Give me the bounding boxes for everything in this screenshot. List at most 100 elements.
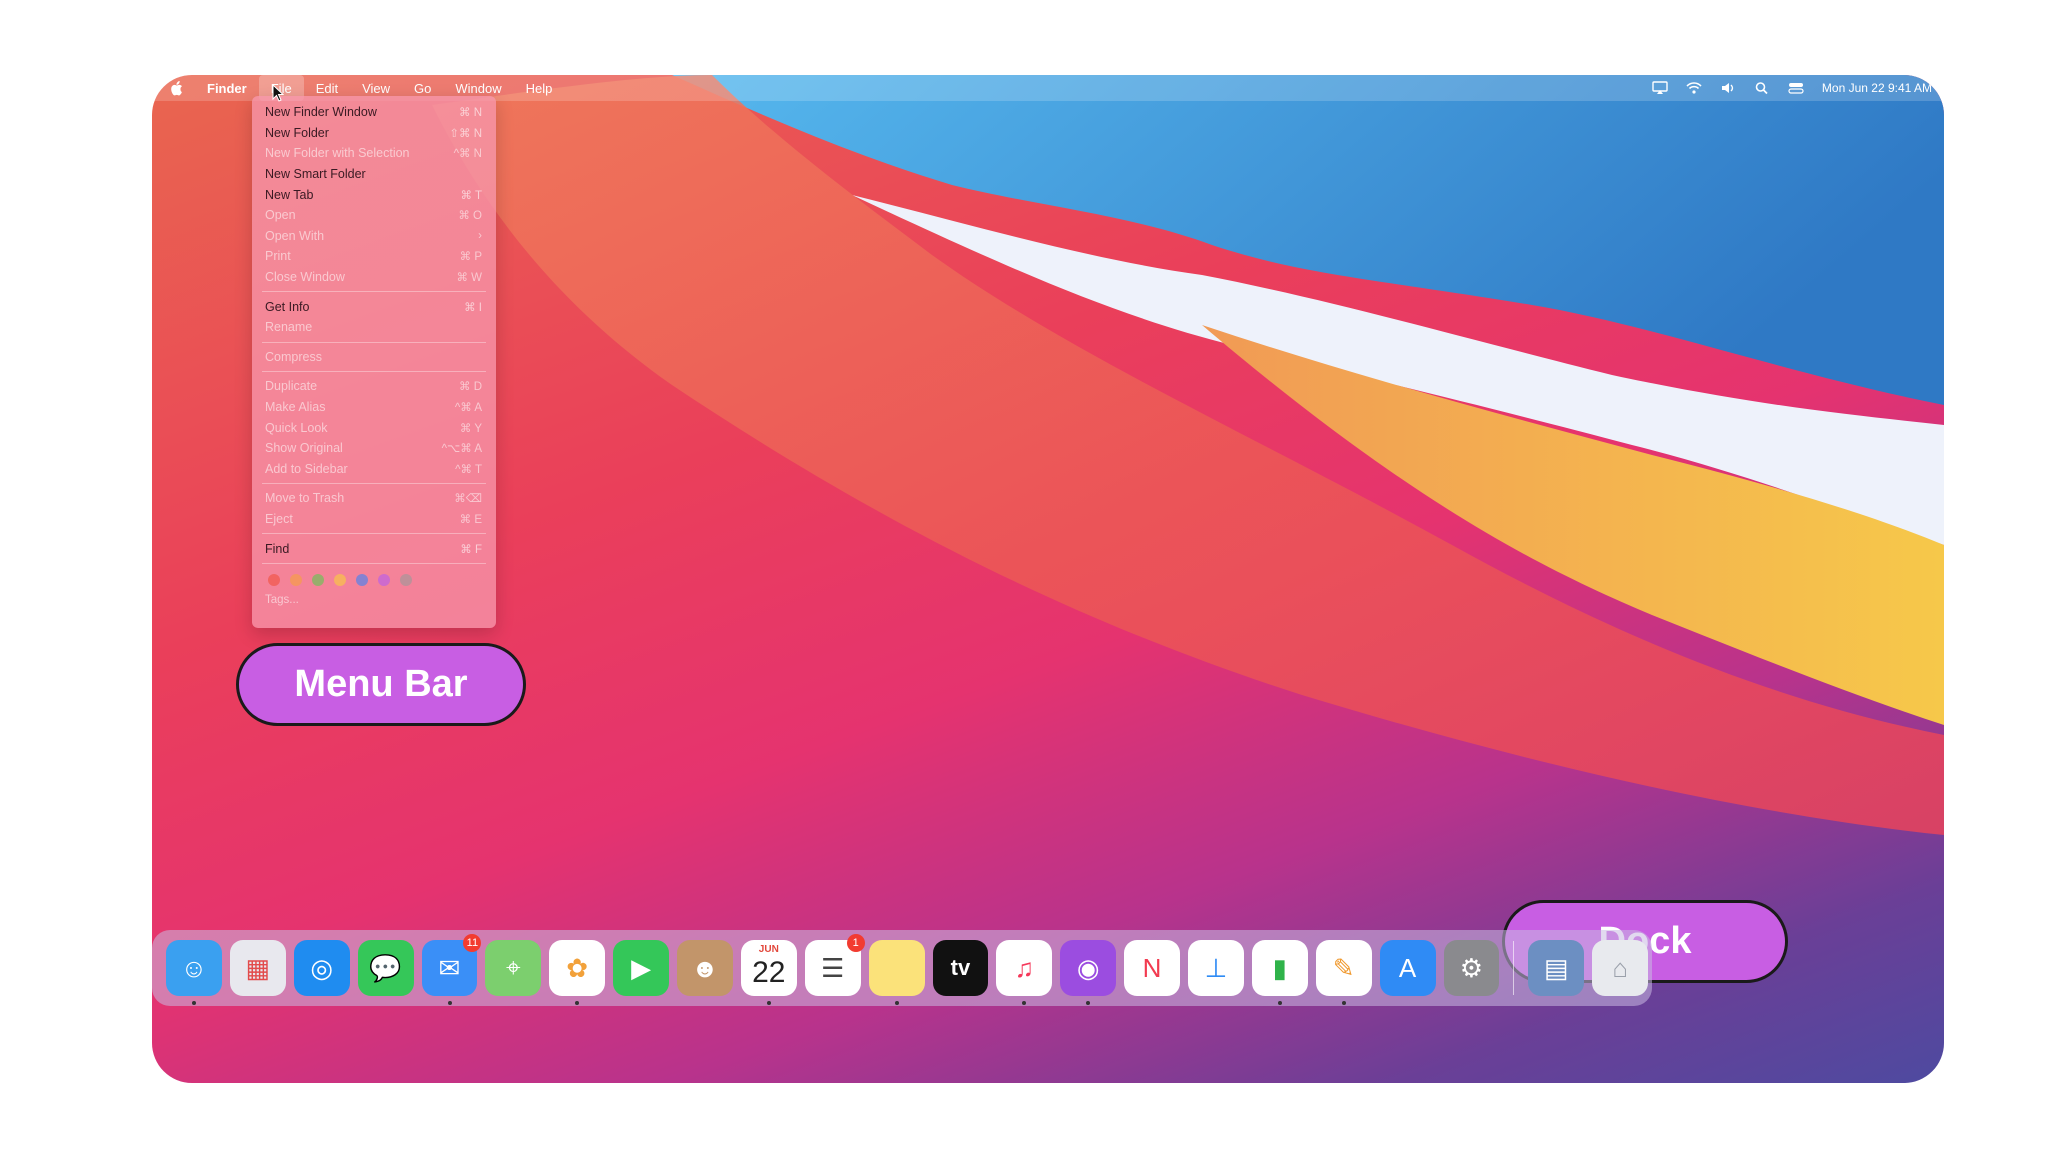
dock-app-notes[interactable] xyxy=(868,940,925,1005)
maps-icon: ⌖ xyxy=(505,952,521,982)
control-center-icon[interactable] xyxy=(1788,81,1804,95)
menu-item-get-info[interactable]: Get Info ⌘ I xyxy=(252,296,496,317)
menu-separator xyxy=(262,562,486,564)
menu-item-rename: Rename xyxy=(252,317,496,338)
dock-app-finder[interactable]: ☺ xyxy=(166,940,222,1005)
volume-icon[interactable] xyxy=(1720,81,1736,95)
pages-icon: ✎ xyxy=(1332,952,1355,983)
menu-item-shortcut: ⌘ N xyxy=(459,107,482,120)
tag-color-dot[interactable] xyxy=(312,573,324,586)
tag-color-dot[interactable] xyxy=(290,573,302,586)
safari-icon: ◎ xyxy=(310,952,334,983)
menu-item-shortcut: ⌘ P xyxy=(459,251,482,264)
dock-app-reminders[interactable]: ☰ 1 xyxy=(804,934,865,996)
dock-app-pages[interactable]: ✎ xyxy=(1315,940,1372,1005)
menu-item-add-to-sidebar: Add to Sidebar ^⌘ T xyxy=(252,459,496,480)
apple-logo-icon[interactable] xyxy=(170,80,183,96)
dock-app-trash[interactable]: ⌂ xyxy=(1592,940,1649,996)
menu-item-show-original: Show Original ^⌥⌘ A xyxy=(252,438,496,459)
menu-item-new-folder-with-selection: New Folder with Selection ^⌘ N xyxy=(252,143,496,164)
tag-color-dot[interactable] xyxy=(268,573,280,586)
menubar-clock[interactable]: Mon Jun 22 9:41 AM xyxy=(1822,81,1932,95)
dock-separator xyxy=(1513,941,1515,995)
dock-app-safari[interactable]: ◎ xyxy=(293,940,350,996)
trash-icon: ⌂ xyxy=(1612,952,1629,983)
reminders-icon: ☰ xyxy=(821,952,845,983)
menu-item-find[interactable]: Find ⌘ F xyxy=(252,538,496,559)
dock-app-photos[interactable]: ✿ xyxy=(549,940,606,1005)
menu-item-eject: Eject ⌘ E xyxy=(252,509,496,530)
menu-item-new-smart-folder[interactable]: New Smart Folder xyxy=(252,164,496,185)
menu-item-shortcut: ^⌘ A xyxy=(454,402,482,415)
running-indicator xyxy=(1277,1001,1282,1005)
menu-item-shortcut: ⌘ Y xyxy=(459,422,482,435)
tag-color-dot[interactable] xyxy=(356,573,368,586)
menu-item-label: Add to Sidebar xyxy=(265,461,348,476)
menu-item-shortcut: ^⌥⌘ A xyxy=(441,443,482,456)
dock-app-calendar[interactable]: JUN 22 xyxy=(740,940,797,1005)
menu-item-label: Find xyxy=(265,541,290,556)
menu-item-new-tab[interactable]: New Tab ⌘ T xyxy=(252,184,496,205)
menu-separator xyxy=(262,291,486,293)
menu-help[interactable]: Help xyxy=(514,75,565,101)
tags-menu-item: Tags... xyxy=(265,593,299,606)
tag-color-dot[interactable] xyxy=(400,573,412,586)
tag-color-dot[interactable] xyxy=(334,573,346,586)
dock-app-maps[interactable]: ⌖ xyxy=(485,940,542,996)
notification-badge: 11 xyxy=(463,934,482,952)
menu-item-shortcut: ⌘ I xyxy=(464,301,482,314)
menu-item-label: Open With xyxy=(265,228,325,243)
numbers-icon: ▮ xyxy=(1272,952,1287,983)
stack-icon: ▤ xyxy=(1544,952,1569,983)
running-indicator xyxy=(575,1001,580,1005)
dock-app-contacts[interactable]: ☻ xyxy=(677,940,733,996)
menu-item-label: Get Info xyxy=(265,299,310,314)
menu-item-label: Move to Trash xyxy=(265,491,345,506)
menu-item-label: New Tab xyxy=(265,187,314,202)
dock-app-numbers[interactable]: ▮ xyxy=(1251,940,1308,1005)
dock-app-music[interactable]: ♫ xyxy=(996,940,1053,1005)
menu-separator xyxy=(262,341,486,343)
dock-app-app-store[interactable]: A xyxy=(1379,940,1436,996)
tag-color-dot[interactable] xyxy=(378,573,390,586)
menu-item-label: New Finder Window xyxy=(265,105,377,120)
menu-item-shortcut: ^⌘ N xyxy=(453,148,482,161)
dock-app-launchpad[interactable]: ▦ xyxy=(229,940,286,996)
menu-item-open: Open ⌘ O xyxy=(252,205,496,226)
menu-item-print: Print ⌘ P xyxy=(252,246,496,267)
menu-separator xyxy=(262,533,486,535)
dock-app-downloads-stack[interactable]: ▤ xyxy=(1528,940,1585,996)
menu-item-shortcut: ⌘ O xyxy=(458,210,482,223)
submenu-arrow-icon: › xyxy=(478,229,482,242)
wifi-icon[interactable] xyxy=(1686,81,1702,95)
dock-app-system-preferences[interactable]: ⚙ xyxy=(1443,940,1500,996)
dock-app-tv[interactable]: tv xyxy=(932,940,989,996)
dock-app-podcasts[interactable]: ◉ xyxy=(1060,940,1117,1005)
dock-app-facetime[interactable]: ▶ xyxy=(613,940,669,996)
menu-item-shortcut: ⌘ E xyxy=(459,513,482,526)
search-icon[interactable] xyxy=(1754,81,1770,95)
menu-item-shortcut: ⌘ W xyxy=(456,272,482,285)
menu-item-new-folder[interactable]: New Folder ⇧⌘ N xyxy=(252,123,496,144)
menu-item-new-finder-window[interactable]: New Finder Window ⌘ N xyxy=(252,102,496,123)
dock-app-keynote[interactable]: ⊥ xyxy=(1188,940,1244,996)
menu-item-shortcut: ⌘ T xyxy=(460,189,482,202)
menu-item-label: Compress xyxy=(265,349,322,364)
running-indicator xyxy=(766,1001,771,1005)
menu-item-label: Show Original xyxy=(265,441,343,456)
dock-app-mail[interactable]: ✉ 11 xyxy=(421,934,482,1005)
launchpad-icon: ▦ xyxy=(245,952,271,983)
dock-app-messages[interactable]: 💬 xyxy=(357,940,414,996)
dock: ☺ ▦ ◎ 💬 ✉ 11 ⌖ ✿ ▶ ☻ JUN 22 ☰ 1 tv ♫ ◉ N ⊥ ▮ ✎ A ⚙ ▤ ⌂ xyxy=(152,930,1652,1006)
menu-item-shortcut: ^⌘ T xyxy=(455,463,482,476)
airplay-icon[interactable] xyxy=(1652,81,1668,95)
mouse-pointer-icon xyxy=(272,84,284,102)
contacts-icon: ☻ xyxy=(691,952,719,983)
podcasts-icon: ◉ xyxy=(1076,952,1100,983)
menu-finder[interactable]: Finder xyxy=(195,75,259,101)
messages-icon: 💬 xyxy=(369,952,402,983)
dock-app-news[interactable]: N xyxy=(1124,940,1180,996)
menu-item-move-to-trash: Move to Trash ⌘⌫ xyxy=(252,488,496,509)
menu-item-shortcut: ⌘ F xyxy=(460,543,482,556)
menu-item-label: Eject xyxy=(265,511,293,526)
